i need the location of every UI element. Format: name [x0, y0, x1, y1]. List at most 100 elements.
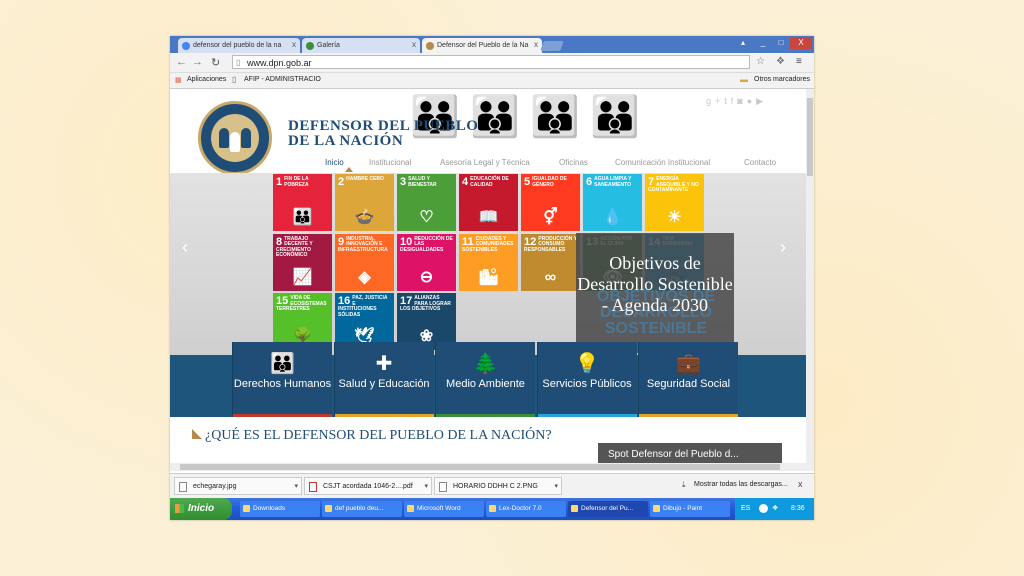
taskbar-item[interactable]: Dibujo - Paint	[650, 501, 730, 517]
minimize-button[interactable]: _	[754, 37, 772, 49]
tab-close-icon[interactable]: x	[412, 40, 416, 49]
sdg-symbol-icon: 📈	[292, 268, 313, 286]
address-toolbar: ← → ↻ ▯ www.dpn.gob.ar ☆ ❖ ≡	[170, 53, 814, 73]
close-window-button[interactable]: X	[790, 37, 812, 49]
sdg-tile[interactable]: 1 FIN DE LA POBREZA 👪	[273, 174, 332, 231]
vertical-scroll-thumb[interactable]	[807, 98, 813, 176]
sdg-tile[interactable]: 8 TRABAJO DECENTE Y CRECIMIENTO ECONÓMICO…	[273, 233, 332, 291]
category-label: Medio Ambiente	[446, 378, 525, 390]
tab-search-result[interactable]: defensor del pueblo de la na x	[178, 38, 300, 53]
people-silhouette-icon: 👪	[530, 95, 580, 139]
category-5[interactable]: 💼 Seguridad Social	[638, 342, 738, 417]
maximize-button[interactable]: □	[772, 37, 790, 49]
nav-contacto[interactable]: Contacto	[744, 158, 776, 167]
tab-close-icon[interactable]: x	[534, 40, 538, 49]
url-bar[interactable]: ▯ www.dpn.gob.ar	[232, 55, 750, 69]
app-icon	[407, 505, 414, 512]
nav-asesoria[interactable]: Asesoría Legal y Técnica	[440, 158, 530, 167]
category-accent-bar	[639, 414, 738, 417]
spot-video-box[interactable]: Spot Defensor del Pueblo d...	[598, 443, 782, 463]
plus-icon: ✚	[375, 353, 393, 375]
show-all-downloads-link[interactable]: Mostrar todas las descargas...	[694, 481, 788, 488]
site-title[interactable]: DEFENSOR DEL PUEBLO DE LA NACIÓN	[288, 119, 478, 149]
category-4[interactable]: 💡 Servicios Públicos	[536, 342, 637, 417]
sdg-tile[interactable]: 9 INDUSTRIA, INNOVACIÓN E INFRAESTRUCTURA…	[335, 233, 394, 291]
sdg-symbol-icon: ∞	[544, 268, 557, 286]
sdg-number: 1	[276, 176, 283, 188]
folder-icon: ▬	[740, 75, 748, 84]
app-icon	[243, 505, 250, 512]
dropbox-tray-icon[interactable]: ❖	[772, 498, 778, 520]
nav-comunicacion[interactable]: Comunicación Institucional	[615, 158, 710, 167]
slider-prev-arrow-icon[interactable]: ‹	[182, 237, 188, 258]
sdg-label: ENERGÍA ASEQUIBLE Y NO CONTAMINANTE	[648, 176, 699, 193]
category-accent-bar	[436, 414, 535, 417]
back-arrow-icon[interactable]: ←	[176, 56, 187, 68]
bookmark-afip[interactable]: AFIP - ADMINISTRACIO	[244, 76, 321, 83]
tab-defensor-active[interactable]: Defensor del Pueblo de la Na x	[422, 38, 542, 53]
taskbar-item[interactable]: Microsoft Word	[404, 501, 484, 517]
download-filename: echegaray.jpg	[193, 483, 237, 490]
download-item[interactable]: CSJT acordada 1046-2....pdf ▾	[304, 477, 432, 495]
taskbar-item[interactable]: Lex-Doctor 7.0	[486, 501, 566, 517]
flickr-icon[interactable]: ●	[747, 96, 756, 106]
network-icon[interactable]	[759, 504, 768, 513]
active-nav-marker	[345, 167, 353, 172]
taskbar-item[interactable]: def pueblo deu...	[322, 501, 402, 517]
horizontal-scroll-thumb[interactable]	[180, 464, 780, 470]
sdg-label: SALUD Y BIENESTAR	[408, 176, 437, 188]
taskbar-item[interactable]: Defensor del Pu...	[568, 501, 648, 517]
sdg-tile[interactable]: 12 PRODUCCIÓN Y CONSUMO RESPONSABLES ∞	[521, 233, 580, 291]
tab-galeria[interactable]: Galería x	[302, 38, 420, 53]
download-item[interactable]: echegaray.jpg ▾	[174, 477, 302, 495]
tab-close-icon[interactable]: x	[292, 40, 296, 49]
sdg-tile[interactable]: 2 HAMBRE CERO 🍲	[335, 174, 394, 231]
nav-inicio[interactable]: Inicio	[325, 158, 344, 167]
tree-icon: 🌲	[473, 353, 498, 375]
chevron-down-icon[interactable]: ▾	[424, 478, 428, 496]
sdg-tile[interactable]: 3 SALUD Y BIENESTAR ♡	[397, 174, 456, 231]
image-file-icon	[179, 482, 187, 492]
sdg-label: INDUSTRIA, INNOVACIÓN E INFRAESTRUCTURA	[338, 235, 388, 253]
sdg-label: AGUA LIMPIA Y SANEAMIENTO	[594, 176, 632, 188]
language-indicator[interactable]: ES	[741, 498, 750, 520]
menu-icon[interactable]: ≡	[796, 56, 802, 67]
category-2[interactable]: ✚ Salud y Educación	[333, 342, 434, 417]
sdg-tile[interactable]: 4 EDUCACIÓN DE CALIDAD 📖	[459, 174, 518, 231]
taskbar-item[interactable]: Downloads	[240, 501, 320, 517]
site-title-line1: DEFENSOR DEL PUEBLO	[288, 118, 479, 134]
briefcase-icon: 💼	[676, 353, 701, 375]
clock[interactable]: 8:36	[791, 498, 805, 520]
section-title: ¿QUÉ ES EL DEFENSOR DEL PUEBLO DE LA NAC…	[192, 428, 572, 443]
nav-institucional[interactable]: Institucional	[369, 158, 411, 167]
close-download-bar-icon[interactable]: x	[798, 479, 803, 489]
forward-arrow-icon[interactable]: →	[192, 56, 203, 68]
sdg-tile[interactable]: 11 CIUDADES Y COMUNIDADES SOSTENIBLES 🏙	[459, 233, 518, 291]
sdg-tile[interactable]: 10 REDUCCIÓN DE LAS DESIGUALDADES ⊖	[397, 233, 456, 291]
chevron-down-icon[interactable]: ▾	[294, 478, 298, 496]
sdg-tile[interactable]: 5 IGUALDAD DE GÉNERO ⚥	[521, 174, 580, 231]
sdg-tile[interactable]: 7 ENERGÍA ASEQUIBLE Y NO CONTAMINANTE ☀	[645, 174, 704, 231]
nav-oficinas[interactable]: Oficinas	[559, 158, 588, 167]
app-icon	[325, 505, 332, 512]
user-icon[interactable]: ▴	[736, 37, 750, 49]
download-item[interactable]: HORARIO DDHH C 2.PNG ▾	[434, 477, 562, 495]
slider-next-arrow-icon[interactable]: ›	[780, 237, 786, 258]
site-logo[interactable]	[198, 101, 272, 175]
new-tab-button[interactable]	[540, 41, 564, 51]
chevron-down-icon[interactable]: ▾	[554, 478, 558, 496]
sdg-symbol-icon: ♡	[419, 209, 434, 226]
bookmark-star-icon[interactable]: ☆	[756, 56, 765, 67]
dropbox-icon[interactable]: ❖	[776, 56, 785, 67]
bookmark-other[interactable]: Otros marcadores	[754, 76, 810, 83]
bookmark-apps[interactable]: Aplicaciones	[187, 76, 226, 83]
youtube-icon[interactable]: ▶	[756, 96, 767, 106]
reload-icon[interactable]: ↻	[211, 56, 220, 69]
category-3[interactable]: 🌲 Medio Ambiente	[435, 342, 535, 417]
instagram-icon[interactable]: ◙	[737, 96, 746, 106]
page-icon: ▯	[232, 75, 237, 84]
google-plus-icon[interactable]: g+	[706, 96, 724, 106]
sdg-tile[interactable]: 6 AGUA LIMPIA Y SANEAMIENTO 💧	[583, 174, 642, 231]
category-1[interactable]: 👪 Derechos Humanos	[232, 342, 332, 417]
start-button[interactable]: Inicio	[170, 498, 232, 520]
